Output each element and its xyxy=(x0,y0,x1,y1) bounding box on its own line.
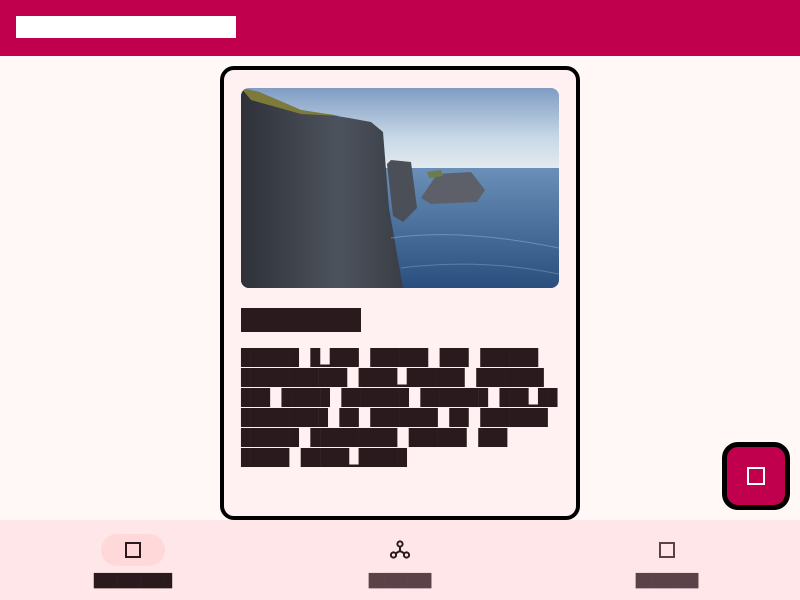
nav-icon-container xyxy=(635,534,699,566)
share-nodes-icon xyxy=(389,540,411,559)
nav-label-3: ████████ xyxy=(635,574,699,589)
content-card: ███████ ██████ █▁███ ██████ ███ ██████ █… xyxy=(220,66,580,520)
square-icon xyxy=(125,542,141,558)
app-title: █████████████████████ xyxy=(16,16,236,38)
card-title: ███████ xyxy=(241,308,361,332)
nav-item-3[interactable]: ████████ xyxy=(534,520,800,600)
floating-action-button[interactable] xyxy=(722,442,790,510)
card-image-cliffs xyxy=(241,88,559,288)
top-app-bar: █████████████████████ xyxy=(0,0,800,56)
nav-item-1[interactable]: ██████████ xyxy=(0,520,266,600)
nav-label-2: ████████ xyxy=(368,574,432,589)
bottom-navigation-bar: ██████████ ████████ ████████ xyxy=(0,520,800,600)
square-icon xyxy=(747,467,765,485)
nav-icon-container xyxy=(368,534,432,566)
nav-active-indicator xyxy=(101,534,165,566)
nav-item-2[interactable]: ████████ xyxy=(267,520,533,600)
square-icon xyxy=(659,542,675,558)
card-body-text: ██████ █▁███ ██████ ███ ██████ █████████… xyxy=(241,348,558,467)
nav-label-1: ██████████ xyxy=(93,574,173,589)
